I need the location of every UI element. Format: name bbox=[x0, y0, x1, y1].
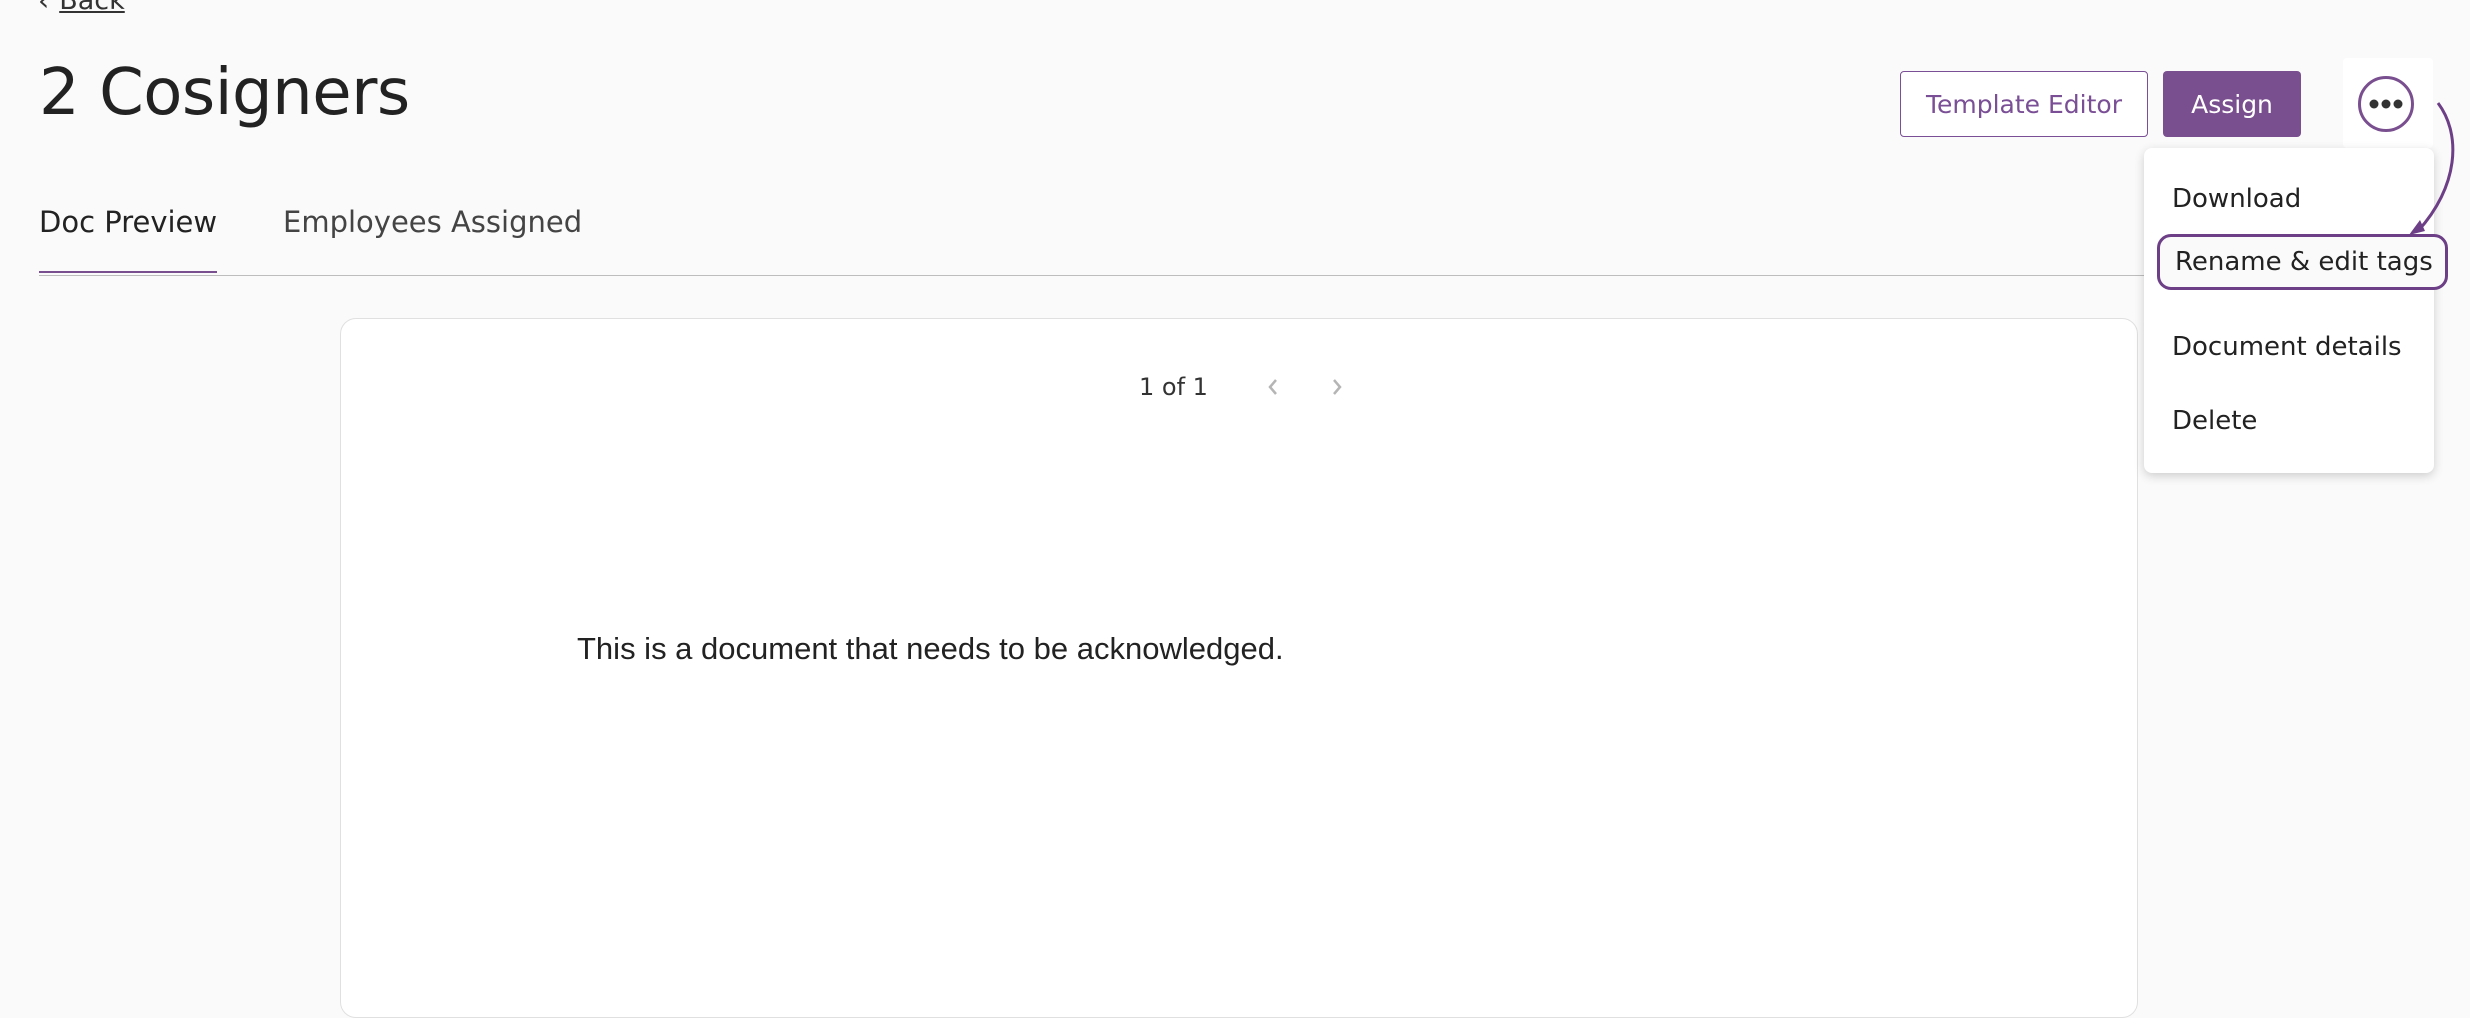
tab-bar: Doc Preview Employees Assigned bbox=[39, 195, 2437, 276]
assign-button[interactable]: Assign bbox=[2163, 71, 2301, 137]
document-body-text: This is a document that needs to be ackn… bbox=[577, 631, 1284, 666]
document-preview-card: 1 of 1 This is a document that needs to … bbox=[340, 318, 2138, 1018]
tab-employees-assigned[interactable]: Employees Assigned bbox=[283, 205, 582, 239]
more-options-menu: Download Rename & edit tags Document det… bbox=[2144, 148, 2448, 473]
menu-item-delete[interactable]: Delete bbox=[2172, 406, 2257, 436]
back-link-label: Back bbox=[59, 0, 125, 16]
page-title: 2 Cosigners bbox=[39, 56, 410, 130]
pagination: 1 of 1 bbox=[1139, 367, 1367, 407]
chevron-left-icon bbox=[1268, 379, 1277, 395]
template-editor-button[interactable]: Template Editor bbox=[1900, 71, 2148, 137]
tab-doc-preview[interactable]: Doc Preview bbox=[39, 205, 218, 273]
chevron-left-icon: ‹ bbox=[38, 0, 50, 17]
menu-item-document-details[interactable]: Document details bbox=[2172, 332, 2402, 362]
previous-page-button[interactable] bbox=[1243, 367, 1303, 407]
back-link[interactable]: ‹ Back bbox=[38, 0, 125, 17]
page-indicator: 1 of 1 bbox=[1139, 373, 1208, 401]
chevron-right-icon bbox=[1333, 379, 1342, 395]
menu-item-download[interactable]: Download bbox=[2172, 184, 2301, 214]
next-page-button[interactable] bbox=[1307, 367, 1367, 407]
more-horizontal-icon bbox=[2369, 99, 2403, 109]
annotation-arrow-icon bbox=[2409, 102, 2455, 235]
